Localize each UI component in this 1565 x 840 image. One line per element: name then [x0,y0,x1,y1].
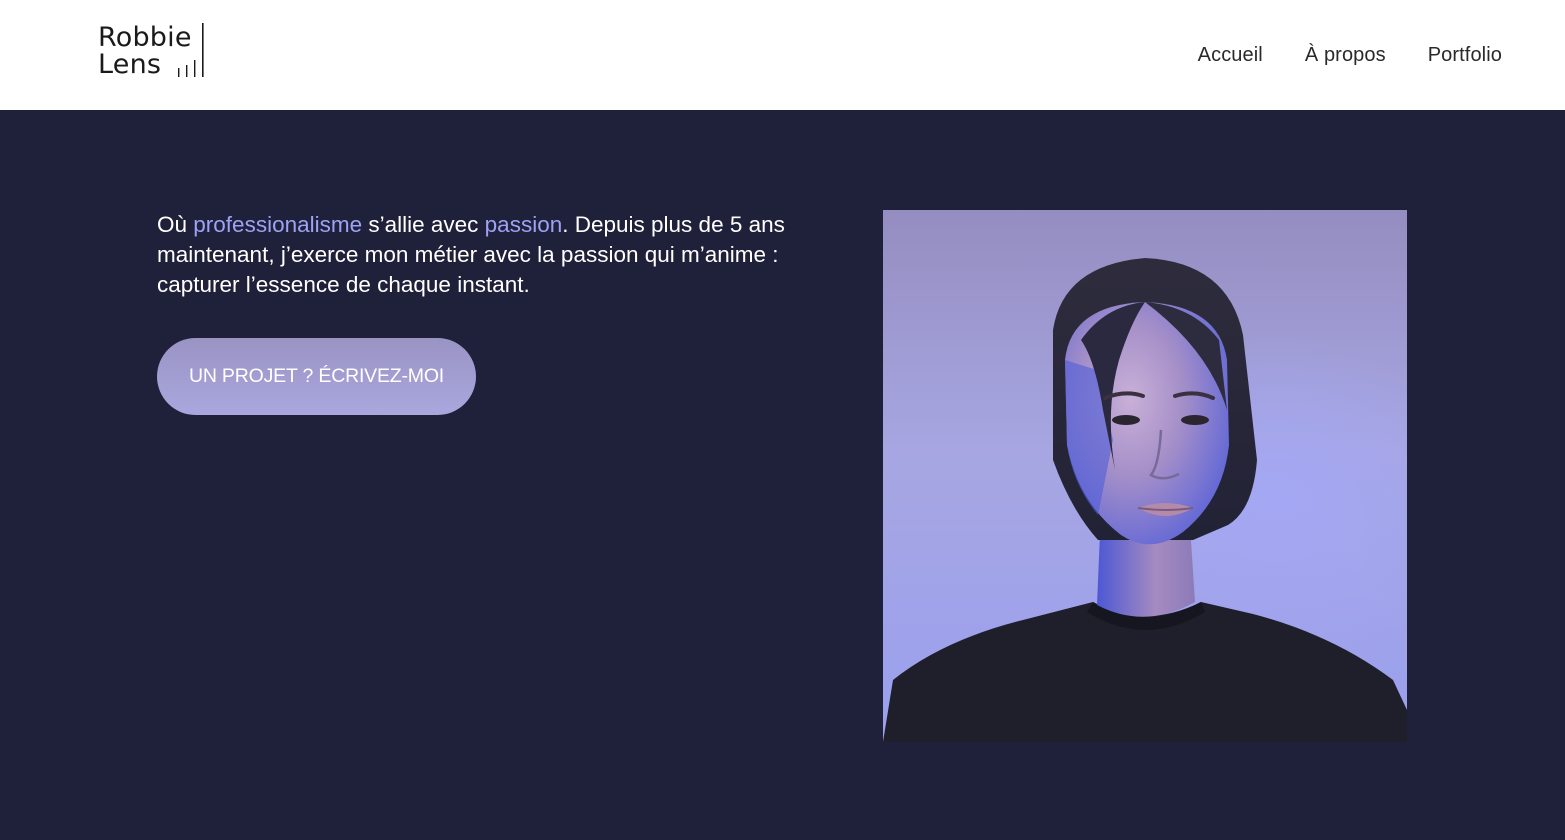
intro-text-part-1: Où [157,212,194,237]
main-nav: Accueil À propos Portfolio [1198,40,1502,70]
portrait-illustration [883,258,1407,742]
site-logo[interactable]: Robbie Lens [98,22,208,80]
nav-link-accueil[interactable]: Accueil [1198,44,1263,67]
hero-section: Où professionalisme s’allie avec passion… [0,110,1565,840]
portrait-photo [883,210,1407,742]
intro-highlight-passion: passion [484,212,563,237]
intro-highlight-professionalisme: professionalisme [193,212,363,237]
nav-link-a-propos[interactable]: À propos [1305,44,1386,67]
nav-link-portfolio[interactable]: Portfolio [1428,44,1502,67]
intro-text-part-2: s’allie avec [362,212,485,237]
logo-bars-icon [178,23,204,77]
site-header: Robbie Lens Accueil À propos Portfolio [0,0,1565,110]
intro-text: Où professionalisme s’allie avec passion… [157,210,797,300]
contact-cta-button[interactable]: UN PROJET ? ÉCRIVEZ-MOI [157,338,476,415]
